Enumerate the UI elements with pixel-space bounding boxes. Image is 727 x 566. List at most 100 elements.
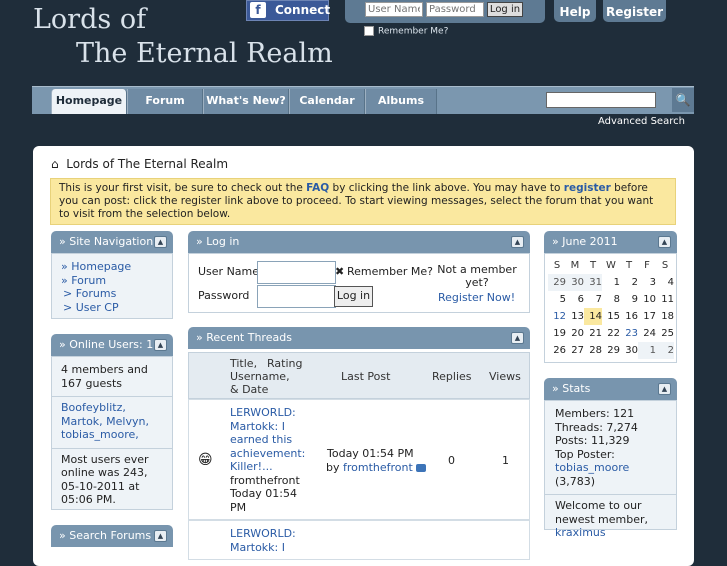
collapse-icon[interactable]: ▲	[658, 236, 671, 248]
collapse-icon[interactable]: ▲	[511, 236, 524, 248]
advanced-search-link[interactable]: Advanced Search	[598, 116, 685, 127]
remember-checkbox[interactable]	[364, 26, 374, 36]
online-member[interactable]: Boofeyblitz,	[61, 401, 126, 414]
online-member[interactable]: Martok,	[61, 415, 103, 428]
calendar-day[interactable]: 3	[638, 274, 656, 291]
calendar-day[interactable]: 20	[566, 325, 584, 342]
calendar-day-header: T	[589, 260, 597, 271]
login-password-input[interactable]	[257, 285, 336, 308]
home-icon[interactable]: ⌂	[51, 157, 59, 171]
online-users-body: 4 members and 167 guests Boofeyblitz, Ma…	[51, 356, 173, 510]
logo-line1[interactable]: Lords of	[33, 4, 146, 35]
calendar-day[interactable]: 2	[620, 274, 638, 291]
site-nav-item-user-cp[interactable]: > User CP	[61, 301, 163, 315]
col-views[interactable]: Views	[489, 370, 521, 383]
col-replies[interactable]: Replies	[432, 370, 472, 383]
site-nav-item-forums[interactable]: > Forums	[61, 287, 163, 301]
tab-homepage[interactable]: Homepage	[51, 89, 127, 114]
facebook-icon: f	[250, 2, 266, 18]
calendar-day[interactable]: 2	[656, 342, 674, 359]
views-count: 1	[502, 454, 509, 467]
tab-forum[interactable]: Forum	[127, 89, 203, 114]
collapse-icon[interactable]: ▲	[154, 339, 167, 351]
facebook-connect-button[interactable]: f Connect	[246, 0, 330, 21]
search-forums-header: » Search Forums ▲	[51, 525, 173, 547]
calendar-day[interactable]: 29	[602, 342, 620, 359]
collapse-icon[interactable]: ▲	[511, 332, 524, 344]
calendar-day[interactable]: 11	[656, 291, 674, 308]
calendar-day[interactable]: 10	[638, 291, 656, 308]
header-remember-me[interactable]: Remember Me?	[364, 26, 448, 37]
calendar-day[interactable]: 29	[548, 274, 566, 291]
register-button[interactable]: Register	[603, 0, 666, 22]
tab-calendar[interactable]: Calendar	[289, 89, 365, 114]
register-now-link[interactable]: Register Now!	[438, 291, 515, 304]
first-visit-notice: This is your first visit, be sure to che…	[50, 178, 676, 225]
top-poster-link[interactable]: tobias_moore	[555, 461, 629, 474]
calendar-day[interactable]: 13	[566, 308, 584, 325]
login-remember-checkbox[interactable]: ✖	[335, 265, 344, 278]
faq-link[interactable]: FAQ	[306, 182, 329, 194]
logo-line2[interactable]: The Eternal Realm	[76, 38, 333, 69]
login-submit-button[interactable]: Log in	[334, 286, 373, 307]
calendar-day[interactable]: 8	[602, 291, 620, 308]
tab-whats-new[interactable]: What's New?	[203, 89, 289, 114]
breadcrumb-title[interactable]: Lords of The Eternal Realm	[66, 157, 228, 171]
collapse-icon[interactable]: ▲	[658, 383, 671, 395]
calendar-day[interactable]: 19	[548, 325, 566, 342]
stats-members: Members: 121	[555, 407, 635, 420]
header-search-input[interactable]	[546, 92, 656, 108]
calendar-day[interactable]: 21	[584, 325, 602, 342]
register-link[interactable]: register	[564, 182, 611, 194]
calendar-day[interactable]: 5	[548, 291, 566, 308]
site-nav-item-forum[interactable]: » Forum	[61, 274, 163, 288]
tab-albums[interactable]: Albums	[365, 89, 437, 114]
online-member[interactable]: Melvyn,	[106, 415, 149, 428]
online-member[interactable]: tobias_moore,	[61, 428, 139, 441]
thread-title-link[interactable]: LERWORLD: Martokk: I earned this achieve…	[230, 406, 306, 474]
go-to-post-icon[interactable]	[416, 463, 427, 472]
site-nav-item-homepage[interactable]: » Homepage	[61, 260, 163, 274]
search-icon[interactable]: 🔍	[672, 88, 694, 112]
calendar-day[interactable]: 1	[602, 274, 620, 291]
calendar-day[interactable]: 25	[656, 325, 674, 342]
thread-user[interactable]: fromthefront	[230, 474, 306, 488]
help-button[interactable]: Help	[554, 0, 596, 22]
calendar-day[interactable]: 30	[620, 342, 638, 359]
calendar-day[interactable]: 12	[548, 308, 566, 325]
col-rating[interactable]: Rating	[267, 357, 302, 370]
stats-body: Members: 121 Threads: 7,274 Posts: 11,32…	[544, 400, 677, 539]
calendar-day[interactable]: 24	[638, 325, 656, 342]
calendar-day[interactable]: 6	[566, 291, 584, 308]
col-last-post[interactable]: Last Post	[341, 370, 390, 383]
calendar-day[interactable]: 28	[584, 342, 602, 359]
login-block-title: » Log in	[196, 235, 240, 248]
header-password-input[interactable]	[426, 2, 484, 17]
calendar-day[interactable]: 15	[602, 308, 620, 325]
calendar-day[interactable]: 27	[566, 342, 584, 359]
calendar-today[interactable]: 14	[584, 308, 602, 325]
collapse-icon[interactable]: ▲	[154, 530, 167, 542]
newest-member-link[interactable]: kraximus	[555, 526, 666, 540]
calendar-day[interactable]: 18	[656, 308, 674, 325]
header-username-input[interactable]	[365, 2, 423, 17]
calendar-day[interactable]: 1	[638, 342, 656, 359]
calendar-day-header: W	[606, 260, 616, 271]
calendar-title[interactable]: » June 2011	[552, 235, 618, 248]
calendar-day[interactable]: 26	[548, 342, 566, 359]
calendar-day[interactable]: 9	[620, 291, 638, 308]
calendar-day[interactable]: 31	[584, 274, 602, 291]
login-block-header: » Log in ▲	[188, 231, 530, 253]
calendar-day[interactable]: 7	[584, 291, 602, 308]
calendar-day[interactable]: 22	[602, 325, 620, 342]
collapse-icon[interactable]: ▲	[154, 236, 167, 248]
calendar-day[interactable]: 30	[566, 274, 584, 291]
calendar-day[interactable]: 17	[638, 308, 656, 325]
calendar-day[interactable]: 23	[620, 325, 638, 342]
header-login-button[interactable]: Log in	[487, 2, 523, 17]
last-post-user[interactable]: fromthefront	[343, 461, 413, 474]
calendar-day[interactable]: 4	[656, 274, 674, 291]
login-username-input[interactable]	[257, 261, 336, 284]
calendar-day[interactable]: 16	[620, 308, 638, 325]
thread-title-link[interactable]: LERWORLD: Martokk: I	[230, 527, 306, 554]
